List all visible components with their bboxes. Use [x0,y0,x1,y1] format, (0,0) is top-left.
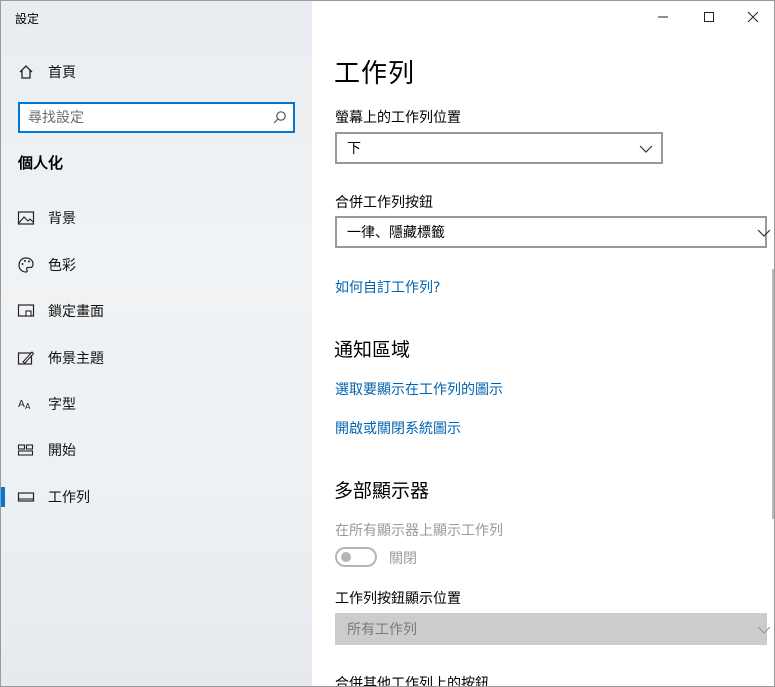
main-content: 工作列 螢幕上的工作列位置 下 合併工作列按鈕 一律、隱藏標籤 如何自訂工作列?… [312,1,774,687]
svg-text:A: A [18,399,25,410]
sidebar-item-themes[interactable]: 佈景主題 [1,341,312,375]
home-icon [16,62,36,82]
customize-taskbar-link[interactable]: 如何自訂工作列? [335,277,440,297]
search-icon[interactable] [272,110,287,129]
dropdown-value: 所有工作列 [347,622,417,638]
sidebar-item-background[interactable]: 背景 [1,201,312,235]
system-icons-link[interactable]: 開啟或關閉系統圖示 [335,418,461,438]
brush-icon [16,348,36,368]
sidebar-item-label: 背景 [48,211,76,227]
lock-screen-icon [16,301,36,321]
sidebar: 設定 首頁 個人化 背景 色彩 [1,1,312,686]
picture-icon [16,208,36,228]
chevron-down-icon [639,142,653,158]
select-icons-link[interactable]: 選取要顯示在工作列的圖示 [335,379,503,399]
notification-area-heading: 通知區域 [334,339,411,361]
taskbar-icon [16,487,36,507]
app-title: 設定 [15,12,40,26]
dropdown-value: 下 [347,141,361,157]
show-all-displays-label: 在所有顯示器上顯示工作列 [335,523,503,539]
sidebar-item-label: 佈景主題 [48,351,104,367]
sidebar-item-label: 工作列 [48,490,90,506]
sidebar-item-label: 鎖定畫面 [48,304,104,320]
chevron-down-icon [757,226,771,242]
sidebar-item-start[interactable]: 開始 [1,433,312,467]
search-field[interactable] [18,102,295,133]
sidebar-item-lock-screen[interactable]: 鎖定畫面 [1,294,312,328]
font-icon: AA [16,394,36,414]
combine-other-label: 合併其他工作列上的按鈕 [335,676,489,687]
section-title: 個人化 [18,154,64,172]
taskbar-location-dropdown[interactable]: 下 [335,132,663,164]
start-icon [16,440,36,460]
settings-window: 設定 首頁 個人化 背景 色彩 [0,0,775,687]
combine-buttons-label: 合併工作列按鈕 [335,195,433,211]
show-all-displays-toggle[interactable] [335,547,377,567]
sidebar-item-label: 字型 [48,397,76,413]
sidebar-item-colors[interactable]: 色彩 [1,248,312,282]
buttons-position-dropdown[interactable]: 所有工作列 [335,613,771,645]
sidebar-item-label: 開始 [48,443,76,459]
toggle-state-label: 關閉 [389,551,417,567]
page-title: 工作列 [334,59,416,89]
dropdown-value: 一律、隱藏標籤 [347,225,445,241]
multiple-displays-heading: 多部顯示器 [334,480,430,502]
combine-buttons-dropdown[interactable]: 一律、隱藏標籤 [335,216,771,248]
toggle-knob [341,552,351,562]
chevron-down-icon [757,623,771,639]
sidebar-item-fonts[interactable]: AA 字型 [1,387,312,421]
sidebar-item-label: 色彩 [48,258,76,274]
sidebar-item-home[interactable]: 首頁 [1,55,312,89]
taskbar-location-label: 螢幕上的工作列位置 [335,110,461,126]
search-input[interactable] [20,104,260,131]
svg-text:A: A [25,402,31,411]
sidebar-item-label: 首頁 [48,65,76,81]
buttons-position-label: 工作列按鈕顯示位置 [335,591,461,607]
sidebar-item-taskbar[interactable]: 工作列 [1,480,312,514]
scrollbar[interactable] [772,269,774,519]
palette-icon [16,255,36,275]
